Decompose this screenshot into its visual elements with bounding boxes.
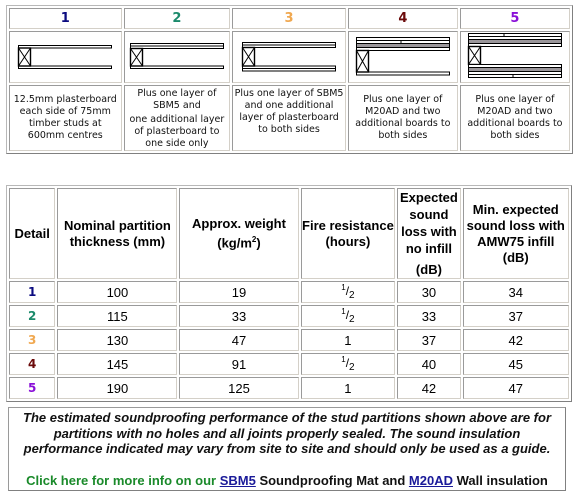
cell-fire-resistance: 1/2: [300, 353, 396, 375]
cell-fire-resistance: 1/2: [300, 305, 396, 327]
partition-diagram-1: [9, 31, 122, 83]
cell-fire-resistance: 1/2: [300, 281, 396, 303]
cell-fire-resistance: 1: [300, 329, 396, 351]
cell-detail: 4: [9, 353, 56, 375]
partition-diagram-4: [347, 31, 458, 83]
partition-details-table: 1 2 3 4 5 12.5mm plasterboard each side …: [6, 5, 573, 154]
wall-section-diagram-icon: [18, 45, 113, 69]
fraction-value: 1/2: [341, 355, 355, 373]
cell-detail: 2: [9, 305, 56, 327]
detail-number-5: 5: [459, 8, 570, 29]
wall-section-diagram-icon: [129, 43, 224, 69]
partition-diagram-3: [232, 31, 346, 83]
cell-thickness: 100: [57, 281, 178, 303]
performance-disclaimer-box: The estimated soundproofing performance …: [8, 407, 566, 491]
fraction-value: 1/2: [341, 307, 355, 325]
table-row: 1 100 19 1/2 30 34: [9, 281, 569, 303]
detail-number: 3: [284, 11, 294, 26]
wall-section-diagram-icon: [467, 33, 562, 78]
cell-detail: 5: [9, 377, 56, 399]
cell-min-expected-sound-loss: 45: [462, 353, 569, 375]
cell-min-expected-sound-loss: 34: [462, 281, 569, 303]
sbm5-link[interactable]: SBM5: [220, 473, 256, 488]
partition-performance-table: Detail Nominal partition thickness (mm) …: [6, 185, 572, 402]
disclaimer-text: The estimated soundproofing performance …: [23, 410, 551, 456]
table-header-row: Detail Nominal partition thickness (mm) …: [9, 188, 569, 279]
cell-weight: 91: [179, 353, 299, 375]
detail-number-3: 3: [232, 8, 346, 29]
cell-expected-sound-loss: 30: [397, 281, 461, 303]
partition-diagram-2: [123, 31, 231, 83]
m20ad-link[interactable]: M20AD: [409, 473, 453, 488]
description-text: one additional layer of plasterboard to …: [129, 114, 225, 149]
cell-detail: 3: [9, 329, 56, 351]
header-min-expected-sound-loss: Min. expected sound loss with AMW75 infi…: [462, 188, 569, 279]
cell-weight: 19: [179, 281, 299, 303]
expected-label: Expected sound loss with no infill: [400, 190, 458, 256]
partition-description-3: Plus one layer of SBM5 and one additiona…: [232, 85, 346, 151]
more-info-suffix: Wall insulation: [453, 472, 548, 488]
cell-fire-resistance: 1: [300, 377, 396, 399]
cell-min-expected-sound-loss: 42: [462, 329, 569, 351]
weight-label: Approx. weight: [192, 215, 286, 231]
cell-expected-sound-loss: 37: [397, 329, 461, 351]
cell-thickness: 145: [57, 353, 178, 375]
fraction-value: 1/2: [341, 283, 355, 301]
table-row: 4 145 91 1/2 40 45: [9, 353, 569, 375]
cell-weight: 33: [179, 305, 299, 327]
header-fire-resistance: Fire resistance (hours): [300, 188, 396, 279]
partition-diagram-5: [459, 31, 570, 83]
wall-section-diagram-icon: [241, 42, 337, 72]
description-text: Plus one layer of SBM5 and: [137, 88, 217, 111]
cell-expected-sound-loss: 33: [397, 305, 461, 327]
partition-description-2: Plus one layer of SBM5 and one additiona…: [123, 85, 231, 151]
detail-number: 1: [60, 11, 70, 26]
partition-description-5: Plus one layer of M20AD and two addition…: [459, 85, 570, 151]
wall-section-diagram-icon: [355, 37, 450, 76]
header-thickness: Nominal partition thickness (mm): [57, 188, 178, 279]
detail-number-1: 1: [9, 8, 122, 29]
cell-weight: 47: [179, 329, 299, 351]
description-text: Plus one layer of SBM5 and one additiona…: [234, 88, 344, 135]
detail-number: 4: [398, 11, 408, 26]
detail-number-4: 4: [347, 8, 458, 29]
weight-unit: (kg/m: [217, 235, 252, 251]
expected-unit: (dB): [415, 262, 442, 277]
partition-description-1: 12.5mm plasterboard each side of 75mm ti…: [9, 85, 122, 151]
partition-description-4: Plus one layer of M20AD and two addition…: [347, 85, 458, 151]
header-expected-sound-loss: Expected sound loss with no infill (dB): [397, 188, 461, 279]
description-text: Plus one layer of M20AD and two addition…: [355, 94, 451, 141]
more-info-line: Click here for more info on our SBM5 Sou…: [9, 473, 565, 488]
weight-unit-close: ): [256, 235, 261, 251]
table-row: 2 115 33 1/2 33 37: [9, 305, 569, 327]
partition-description-row: 12.5mm plasterboard each side of 75mm ti…: [9, 85, 570, 151]
header-weight: Approx. weight (kg/m2): [179, 188, 299, 279]
detail-number: 2: [172, 11, 182, 26]
cell-expected-sound-loss: 40: [397, 353, 461, 375]
cell-min-expected-sound-loss: 47: [462, 377, 569, 399]
detail-number-row: 1 2 3 4 5: [9, 8, 570, 29]
header-detail: Detail: [9, 188, 56, 279]
partition-diagram-row: [9, 31, 570, 83]
cell-thickness: 115: [57, 305, 178, 327]
cell-weight: 125: [179, 377, 299, 399]
cell-min-expected-sound-loss: 37: [462, 305, 569, 327]
more-info-middle: Soundproofing Mat and: [255, 472, 409, 488]
detail-number-2: 2: [123, 8, 231, 29]
table-row: 3 130 47 1 37 42: [9, 329, 569, 351]
table-row: 5 190 125 1 42 47: [9, 377, 569, 399]
description-text: Plus one layer of M20AD and two addition…: [467, 94, 563, 141]
detail-number: 5: [510, 11, 520, 26]
more-info-prefix: Click here for more info on our: [26, 472, 220, 488]
cell-thickness: 190: [57, 377, 178, 399]
cell-detail: 1: [9, 281, 56, 303]
cell-expected-sound-loss: 42: [397, 377, 461, 399]
description-text: 12.5mm plasterboard each side of 75mm ti…: [13, 94, 117, 141]
cell-thickness: 130: [57, 329, 178, 351]
